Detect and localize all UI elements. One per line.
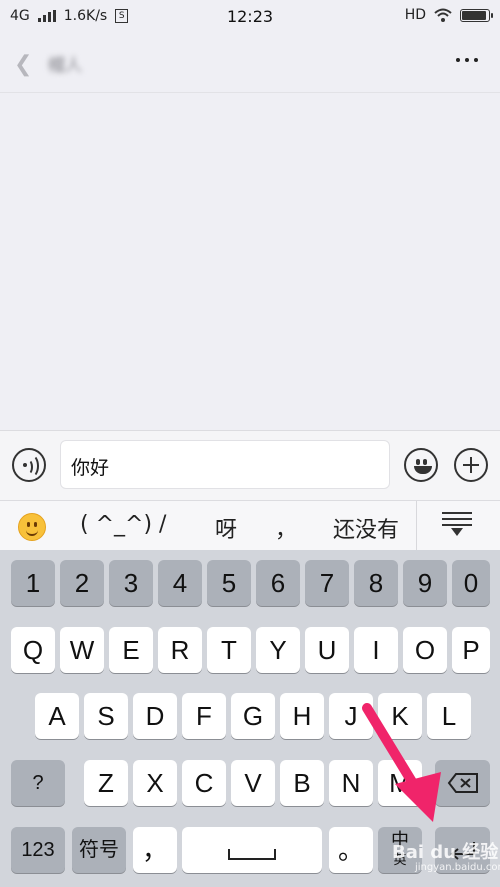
key-y[interactable]: Y: [256, 627, 300, 673]
key-a[interactable]: A: [35, 693, 79, 739]
key-f[interactable]: F: [182, 693, 226, 739]
candidate-4[interactable]: 还没有: [333, 512, 399, 544]
key-g[interactable]: G: [231, 693, 275, 739]
key-o[interactable]: O: [403, 627, 447, 673]
key-0[interactable]: 0: [452, 560, 490, 606]
key-x[interactable]: X: [133, 760, 177, 806]
key-h[interactable]: H: [280, 693, 324, 739]
key-i[interactable]: I: [354, 627, 398, 673]
backspace-icon: [447, 773, 478, 793]
battery-icon: [460, 8, 493, 22]
key-question[interactable]: ?: [11, 760, 65, 806]
key-8[interactable]: 8: [354, 560, 398, 606]
back-icon[interactable]: ❮: [14, 52, 32, 77]
watermark-logo: Bai du 经验: [392, 842, 499, 863]
wifi-icon: [434, 8, 452, 22]
voice-input-icon[interactable]: [12, 448, 46, 482]
key-z[interactable]: Z: [84, 760, 128, 806]
candidate-1[interactable]: ( ^_^) /: [80, 512, 166, 537]
key-comma[interactable]: ，: [133, 827, 177, 873]
key-s[interactable]: S: [84, 693, 128, 739]
key-4[interactable]: 4: [158, 560, 202, 606]
contact-name: 帽人: [48, 56, 82, 76]
key-123[interactable]: 123: [11, 827, 65, 873]
candidate-3[interactable]: ，: [275, 512, 297, 544]
keyboard: 1 2 3 4 5 6 7 8 9 0 Q W E R T Y U I O P …: [0, 550, 500, 887]
backspace-key[interactable]: [435, 760, 490, 806]
key-u[interactable]: U: [305, 627, 349, 673]
key-l[interactable]: L: [427, 693, 471, 739]
plus-icon[interactable]: [454, 448, 488, 482]
chat-area: [0, 93, 500, 429]
key-d[interactable]: D: [133, 693, 177, 739]
key-r[interactable]: R: [158, 627, 202, 673]
key-w[interactable]: W: [60, 627, 104, 673]
candidate-bar: ( ^_^) / 呀 ， 还没有: [0, 500, 500, 551]
key-k[interactable]: K: [378, 693, 422, 739]
space-key[interactable]: [182, 827, 322, 873]
input-bar: 你好: [0, 430, 500, 501]
keyboard-collapse-icon[interactable]: [440, 510, 476, 542]
key-9[interactable]: 9: [403, 560, 447, 606]
key-p[interactable]: P: [452, 627, 490, 673]
key-j[interactable]: J: [329, 693, 373, 739]
key-t[interactable]: T: [207, 627, 251, 673]
key-c[interactable]: C: [182, 760, 226, 806]
key-2[interactable]: 2: [60, 560, 104, 606]
candidate-2[interactable]: 呀: [215, 512, 237, 544]
emoji-smile-icon[interactable]: [18, 513, 46, 541]
key-v[interactable]: V: [231, 760, 275, 806]
key-3[interactable]: 3: [109, 560, 153, 606]
key-n[interactable]: N: [329, 760, 373, 806]
chat-header: ❮ 帽人: [0, 34, 500, 93]
message-input[interactable]: 你好: [60, 440, 390, 489]
status-bar: 4G 1.6K/s S 12:23 HD: [0, 0, 500, 34]
candidate-divider: [416, 501, 417, 551]
key-1[interactable]: 1: [11, 560, 55, 606]
key-5[interactable]: 5: [207, 560, 251, 606]
key-period[interactable]: 。: [329, 827, 373, 873]
hd-label: HD: [404, 7, 426, 23]
key-e[interactable]: E: [109, 627, 153, 673]
key-7[interactable]: 7: [305, 560, 349, 606]
key-symbols[interactable]: 符号: [72, 827, 126, 873]
key-b[interactable]: B: [280, 760, 324, 806]
emoji-icon[interactable]: [404, 448, 438, 482]
status-right: HD: [404, 7, 493, 23]
watermark-url: jingyan.baidu.com: [415, 862, 500, 873]
key-q[interactable]: Q: [11, 627, 55, 673]
key-m[interactable]: M: [378, 760, 422, 806]
more-icon[interactable]: [456, 58, 478, 62]
space-icon: [228, 849, 276, 860]
key-6[interactable]: 6: [256, 560, 300, 606]
